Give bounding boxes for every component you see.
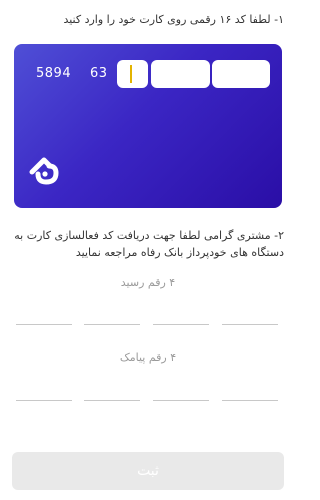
receipt-code-label: ۴ رقم رسید (120, 276, 176, 289)
step1-title: ۱- لطفا کد ۱۶ رقمی روی کارت خود را وارد … (63, 13, 284, 26)
submit-button[interactable]: ثبت (12, 452, 284, 490)
card-number-input-1[interactable] (117, 60, 148, 88)
receipt-digit-input[interactable] (153, 324, 209, 325)
sms-digit-input[interactable] (222, 400, 278, 401)
card-number-input-2[interactable] (151, 60, 210, 88)
card-fixed-digits: 5894 63 (36, 66, 107, 81)
card-digits-group-2: 63 (90, 66, 108, 81)
sms-digit-input[interactable] (16, 400, 72, 401)
receipt-digit-input[interactable] (222, 324, 278, 325)
receipt-digit-input[interactable] (84, 324, 140, 325)
card-digits-group-1: 5894 (36, 66, 72, 81)
step2-instructions: ۲- مشتری گرامی لطفا جهت دریافت کد فعالسا… (14, 229, 284, 259)
card-number-input-3[interactable] (212, 60, 270, 88)
sms-digit-input[interactable] (84, 400, 140, 401)
bank-card: 5894 63 (14, 44, 282, 208)
sms-code-label: ۴ رقم پیامک (119, 351, 177, 364)
sms-code-fields (16, 400, 278, 404)
sms-digit-input[interactable] (153, 400, 209, 401)
text-caret (130, 65, 132, 83)
receipt-code-fields (16, 324, 278, 328)
receipt-digit-input[interactable] (16, 324, 72, 325)
bank-refah-logo-icon (29, 157, 59, 185)
